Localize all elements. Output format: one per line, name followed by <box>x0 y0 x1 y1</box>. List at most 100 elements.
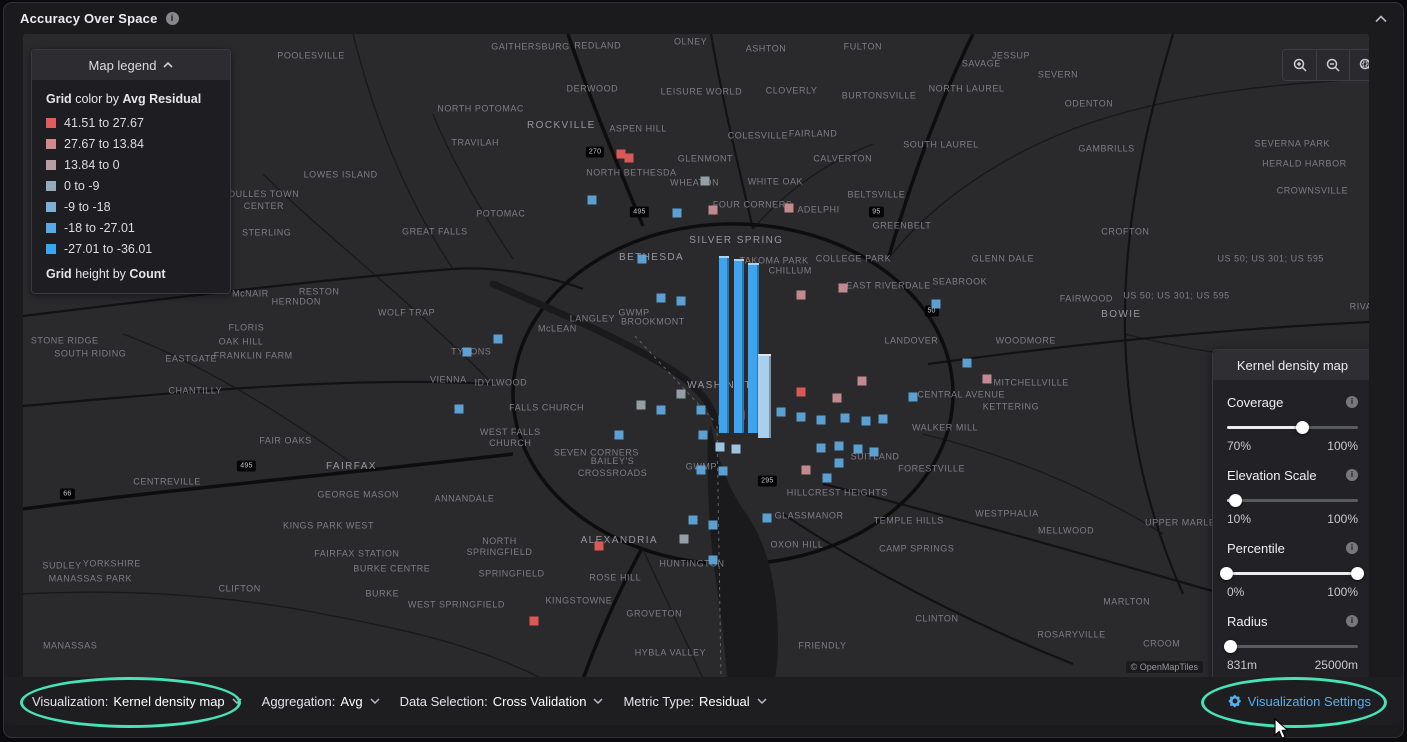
slider-track[interactable] <box>1227 420 1358 434</box>
map-place-label: ADELPHI <box>797 204 839 215</box>
map-place-label: FAIR OAKS <box>259 435 311 446</box>
map-place-label: CROOM <box>1143 639 1180 650</box>
legend-range-label: 0 to -9 <box>64 179 99 193</box>
map-place-label: FAIRFAX STATION <box>314 548 399 559</box>
map-place-label: CROFTON <box>1101 226 1149 237</box>
route-shield: 495 <box>237 461 255 472</box>
visualization-settings-button[interactable]: Visualization Settings <box>1222 693 1377 710</box>
legend-header[interactable]: Map legend <box>32 50 230 80</box>
legend-body: Grid color by Avg Residual 41.51 to 27.6… <box>32 80 230 293</box>
map-place-label: ODENTON <box>1065 99 1114 110</box>
grid-cell <box>657 406 666 415</box>
zoom-controls <box>1282 49 1369 81</box>
map-place-label: BURKE CENTRE <box>353 563 430 574</box>
accuracy-over-space-widget: Accuracy Over Space i <box>0 0 1407 742</box>
slider-thumb[interactable] <box>1351 567 1364 580</box>
widget-title: Accuracy Over Space <box>20 11 158 26</box>
map-place-label: ROCKVILLE <box>527 120 596 133</box>
grid-cell <box>697 406 706 415</box>
grid-cell <box>834 458 843 467</box>
map-place-label: NORTH LAUREL <box>929 83 1005 94</box>
grid-cell <box>857 377 866 386</box>
map-place-label: HERNDON <box>272 297 321 308</box>
mouse-cursor <box>1274 718 1292 742</box>
map-place-label: SILVER SPRING <box>689 235 783 248</box>
map-place-label: ANNANDALE <box>435 493 495 504</box>
map-place-label: YORKSHIRE <box>83 559 141 570</box>
zoom-in-button[interactable] <box>1283 50 1316 80</box>
legend-items: 41.51 to 27.6727.67 to 13.8413.84 to 00 … <box>46 112 216 259</box>
grid-cell <box>494 335 503 344</box>
legend-swatch <box>46 181 56 191</box>
info-icon[interactable]: i <box>1346 615 1358 627</box>
chevron-down-icon <box>232 698 242 704</box>
slider-thumb[interactable] <box>1296 421 1309 434</box>
slider-thumb[interactable] <box>1229 494 1242 507</box>
legend-range-label: 41.51 to 27.67 <box>64 116 144 130</box>
slider-track[interactable] <box>1227 639 1358 653</box>
map-attribution[interactable]: © OpenMapTiles <box>1126 661 1203 673</box>
map-canvas[interactable]: POOLESVILLEGAITHERSBURGREDLANDOLNEYASHTO… <box>23 34 1369 679</box>
legend-item: -27.01 to -36.01 <box>46 238 216 259</box>
slider-percentile: Percentilei0%100% <box>1227 538 1358 599</box>
map-place-label: GAMBRILLS <box>1078 143 1134 154</box>
map-place-label: TEMPLE HILLS <box>874 515 944 526</box>
legend-item: 13.84 to 0 <box>46 154 216 175</box>
map-place-label: FRANKLIN FARM <box>214 350 293 361</box>
collapse-chevron-icon[interactable] <box>1375 15 1387 23</box>
legend-range-label: -9 to -18 <box>64 200 111 214</box>
map-place-label: FOUR CORNERS <box>713 199 792 210</box>
map-place-label: FAIRFAX <box>326 461 377 474</box>
legend-height-by: Grid height by Count <box>46 267 216 281</box>
slider-max-label: 100% <box>1327 439 1358 453</box>
toolbar-dropdown-aggregation[interactable]: Aggregation:Avg <box>260 690 382 713</box>
map-place-label: GLENMONT <box>678 154 733 165</box>
info-icon[interactable]: i <box>1346 542 1358 554</box>
map-place-label: MELLWOOD <box>1038 526 1094 537</box>
grid-cell <box>861 417 870 426</box>
toolbar-dropdowns: Visualization:Kernel density map Aggregat… <box>30 690 1222 713</box>
toolbar-dropdown-metric-type[interactable]: Metric Type:Residual <box>621 690 768 713</box>
slider-thumb[interactable] <box>1220 567 1233 580</box>
map-place-label: FALLS CHURCH <box>509 402 584 413</box>
grid-cell <box>817 444 826 453</box>
map-place-label: HILLCREST HEIGHTS <box>787 488 888 499</box>
grid-cell <box>677 297 686 306</box>
grid-cell <box>853 444 862 453</box>
zoom-to-area-button[interactable] <box>1349 50 1369 80</box>
slider-track[interactable] <box>1227 493 1358 507</box>
toolbar-dropdown-visualization[interactable]: Visualization:Kernel density map <box>30 690 244 713</box>
grid-cell <box>677 389 686 398</box>
density-bar <box>719 256 729 433</box>
map-place-label: FULTON <box>844 41 882 52</box>
map-place-label: WEST FALLS CHURCH <box>480 427 541 450</box>
info-icon[interactable]: i <box>166 12 179 25</box>
legend-swatch <box>46 160 56 170</box>
info-icon[interactable]: i <box>1346 469 1358 481</box>
slider-track[interactable] <box>1227 566 1358 580</box>
legend-item: -9 to -18 <box>46 196 216 217</box>
map-place-label: DULLES TOWN CENTER <box>229 189 300 212</box>
map-place-label: WOODMORE <box>996 335 1056 346</box>
widget-card: Accuracy Over Space i <box>3 2 1404 738</box>
map-place-label: McNAIR <box>232 288 269 299</box>
map-place-label: US 50; US 301; US 595 <box>1123 290 1229 301</box>
map-place-label: BURTONSVILLE <box>842 90 917 101</box>
map-place-label: VIENNA <box>430 374 467 385</box>
map-place-label: CROWNSVILLE <box>1277 185 1348 196</box>
map-place-label: CLOVERLY <box>766 85 818 96</box>
slider-coverage: Coveragei70%100% <box>1227 392 1358 453</box>
zoom-out-button[interactable] <box>1316 50 1349 80</box>
toolbar-dropdown-data-selection[interactable]: Data Selection:Cross Validation <box>398 690 606 713</box>
info-icon[interactable]: i <box>1346 396 1358 408</box>
map-place-label: BOWIE <box>1101 309 1141 322</box>
map-place-label: POTOMAC <box>476 208 525 219</box>
map-place-label: GLENN DALE <box>972 253 1034 264</box>
map-place-label: EASTGATE <box>165 353 217 364</box>
legend-color-by: Grid color by Avg Residual <box>46 92 216 106</box>
grid-cell <box>636 400 645 409</box>
grid-cell <box>796 387 805 396</box>
route-shield: 95 <box>869 207 883 218</box>
map-place-label: CAMP SPRINGS <box>879 543 954 554</box>
slider-thumb[interactable] <box>1224 640 1237 653</box>
